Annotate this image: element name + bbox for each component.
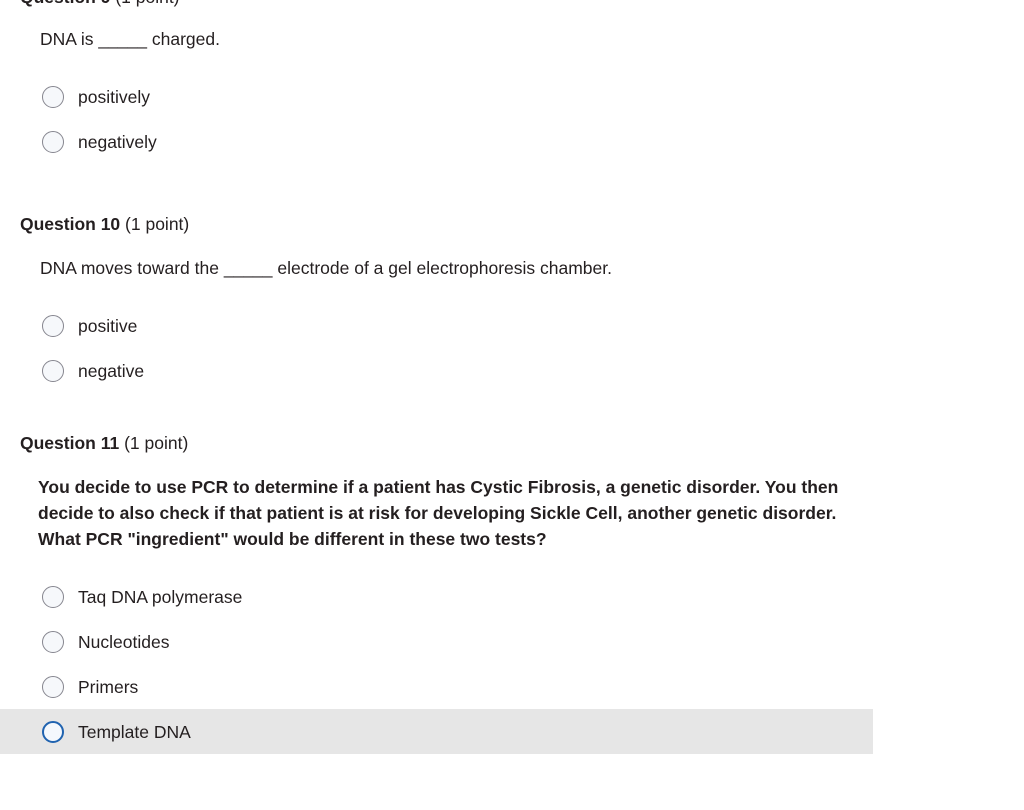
option-row[interactable]: Template DNA (0, 709, 873, 754)
options-list-9: positively negatively (0, 74, 1024, 164)
option-label: positive (78, 315, 138, 336)
radio-button-icon[interactable] (42, 630, 64, 653)
radio-button-icon[interactable] (42, 85, 64, 108)
option-label: Nucleotides (78, 631, 170, 652)
question-header-11: Question 11 (1 point) (20, 432, 1024, 454)
radio-button-icon[interactable] (42, 720, 64, 743)
quiz-page: Question 9 (1 point) DNA is _____ charge… (0, 0, 1024, 810)
question-header-9: Question 9 (1 point) (20, 0, 1024, 8)
option-row[interactable]: positively (0, 74, 1024, 119)
question-title-11: Question 11 (20, 433, 120, 453)
radio-button-icon[interactable] (42, 585, 64, 608)
radio-button-icon[interactable] (42, 130, 64, 153)
radio-button-icon[interactable] (42, 359, 64, 382)
options-list-10: positive negative (0, 303, 1024, 393)
question-body-10: DNA moves toward the _____ electrode of … (40, 258, 612, 278)
question-block-11: Question 11 (1 point) You decide to use … (0, 432, 1024, 754)
question-header-10: Question 10 (1 point) (20, 213, 1024, 235)
option-row[interactable]: negative (0, 348, 1024, 393)
option-label: Taq DNA polymerase (78, 586, 243, 607)
question-body-11: You decide to use PCR to determine if a … (38, 477, 839, 549)
option-row[interactable]: Nucleotides (0, 619, 1024, 664)
option-row[interactable]: negatively (0, 119, 1024, 164)
option-label: Primers (78, 676, 139, 697)
question-body-9: DNA is _____ charged. (40, 29, 220, 49)
question-points-11: (1 point) (124, 433, 189, 453)
radio-button-icon[interactable] (42, 314, 64, 337)
option-label: positively (78, 86, 150, 107)
option-label: negatively (78, 131, 157, 152)
question-block-9: Question 9 (1 point) DNA is _____ charge… (0, 0, 1024, 164)
option-label: Template DNA (78, 721, 191, 742)
question-title-10: Question 10 (20, 214, 121, 234)
options-list-11: Taq DNA polymerase Nucleotides Primers T… (0, 574, 1024, 754)
question-points-10: (1 point) (125, 214, 190, 234)
question-points-9: (1 point) (115, 0, 179, 7)
option-row[interactable]: Primers (0, 664, 1024, 709)
question-title-9: Question 9 (20, 0, 110, 7)
option-row[interactable]: positive (0, 303, 1024, 348)
question-block-10: Question 10 (1 point) DNA moves toward t… (0, 213, 1024, 393)
option-row[interactable]: Taq DNA polymerase (0, 574, 1024, 619)
radio-button-icon[interactable] (42, 675, 64, 698)
option-label: negative (78, 360, 145, 381)
